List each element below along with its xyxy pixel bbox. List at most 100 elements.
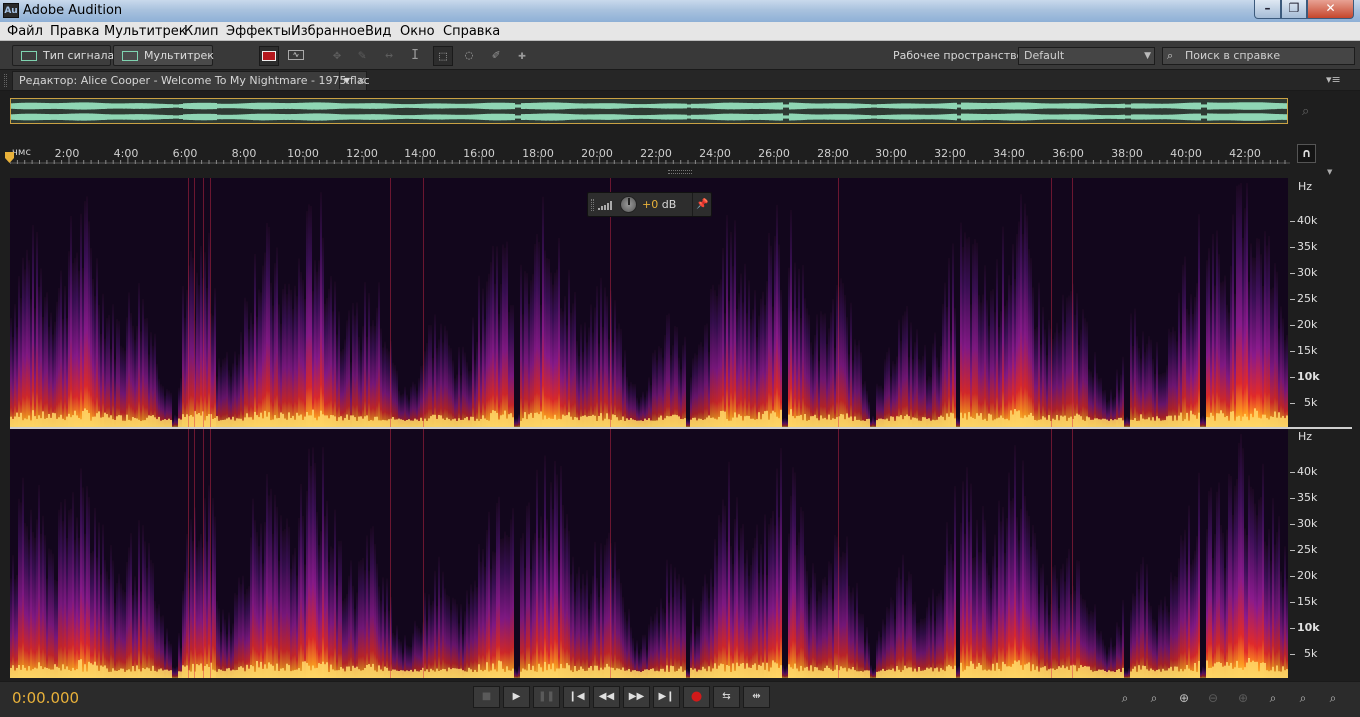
stop-button[interactable]: ■ (473, 686, 500, 708)
panel-menu-icon[interactable]: ▾≡ (1326, 73, 1341, 86)
menu-help[interactable]: Справка (443, 24, 500, 39)
scroll-arrow-icon[interactable]: ▼ (1327, 168, 1332, 176)
file-dropdown-icon[interactable]: ▼ (339, 72, 354, 89)
time-label: 12:00 (346, 147, 378, 160)
freq-label: 5k (1304, 647, 1318, 660)
editor-tab-label: Редактор: Alice Cooper - Welcome To My N… (19, 74, 370, 87)
axis-tick (1290, 472, 1295, 473)
zoom-out-point-icon[interactable]: ⌕ (1291, 689, 1315, 707)
pause-button[interactable]: ❚❚ (533, 686, 560, 708)
go-to-end-button[interactable]: ▶❙ (653, 686, 680, 708)
axis-tick (1290, 299, 1295, 300)
menu-clip[interactable]: Клип (184, 24, 219, 39)
spectrogram-graphic (10, 429, 1288, 678)
overview-waveform-graphic (11, 102, 1287, 121)
maximize-button[interactable]: ❐ (1281, 0, 1307, 19)
waveform-display-button[interactable]: ∿ (286, 46, 306, 66)
time-label: 20:00 (581, 147, 613, 160)
resize-grip[interactable] (668, 170, 692, 174)
menu-window[interactable]: Окно (400, 24, 435, 39)
menu-view[interactable]: Вид (365, 24, 391, 39)
freq-label: 5k (1304, 396, 1318, 409)
time-label: 42:00 (1229, 147, 1261, 160)
time-label: 4:00 (113, 147, 139, 160)
menu-edit[interactable]: Правка (50, 24, 99, 39)
time-label: 30:00 (875, 147, 907, 160)
waveform-view-button[interactable]: Тип сигнала (12, 45, 115, 66)
search-icon: ⌕ (1167, 49, 1174, 62)
waveform-view-label: Тип сигнала (43, 49, 115, 62)
menu-effects[interactable]: Эффекты (226, 24, 291, 39)
slip-tool-icon[interactable]: ↔ (379, 46, 399, 66)
help-search-placeholder: Поиск в справке (1185, 49, 1281, 62)
snap-button[interactable]: ∩ (1297, 144, 1316, 163)
axis-tick (1290, 654, 1295, 655)
menu-multitrack[interactable]: Мультитрек (104, 24, 187, 39)
multitrack-view-button[interactable]: Мультитрек (113, 45, 214, 66)
channel-divider (10, 427, 1352, 429)
spot-healing-brush-icon[interactable]: ✚ (512, 46, 532, 66)
menu-favorites[interactable]: Избранное (291, 24, 365, 39)
zoom-in-point-icon[interactable]: ⌕ (1261, 689, 1285, 707)
volume-value[interactable]: +0 dB (642, 198, 676, 211)
close-tab-icon[interactable]: × (357, 72, 366, 89)
timecode-display[interactable]: 0:00.000 (12, 689, 79, 707)
editor-tab[interactable]: Редактор: Alice Cooper - Welcome To My N… (12, 71, 370, 90)
time-label: 38:00 (1111, 147, 1143, 160)
overview-waveform[interactable] (10, 98, 1288, 124)
hud-grip-icon[interactable] (591, 199, 594, 211)
waveform-icon (21, 51, 37, 61)
axis-tick (1290, 325, 1295, 326)
rewind-button[interactable]: ◀◀ (593, 686, 620, 708)
multitrack-view-label: Мультитрек (144, 49, 214, 62)
chevron-down-icon: ▼ (1144, 51, 1151, 61)
zoom-out-time-icon[interactable]: ⊖ (1201, 689, 1225, 707)
razor-tool-icon[interactable]: ✎ (352, 46, 372, 66)
time-label: 34:00 (993, 147, 1025, 160)
lasso-selection-tool-icon[interactable]: ◌ (459, 46, 479, 66)
zoom-selection-icon[interactable]: ⌕ (1321, 689, 1345, 707)
time-label: 14:00 (404, 147, 436, 160)
menu-file[interactable]: Файл (7, 24, 43, 39)
go-to-start-button[interactable]: ❙◀ (563, 686, 590, 708)
frequency-axis-bottom: Hz 40k 35k 30k 25k 20k 15k 10k 5k (1290, 429, 1352, 678)
paintbrush-selection-tool-icon[interactable]: ✐ (486, 46, 506, 66)
time-label: 6:00 (172, 147, 198, 160)
overview-zoom-icon[interactable]: ⌕ (1302, 104, 1309, 119)
freq-label: 10k (1297, 621, 1320, 634)
spectrogram-right-channel[interactable] (10, 429, 1288, 678)
close-button[interactable]: ✕ (1307, 0, 1354, 19)
help-search-input[interactable]: ⌕ Поиск в справке (1162, 47, 1355, 65)
move-tool-icon[interactable]: ✥ (327, 46, 347, 66)
minimize-button[interactable]: – (1254, 0, 1281, 19)
zoom-full-icon[interactable]: ⊕ (1231, 689, 1255, 707)
workspace-select[interactable]: Default ▼ (1018, 47, 1155, 65)
toolbar: Тип сигнала Мультитрек ∿ ✥ ✎ ↔ I ⬚ ◌ ✐ ✚ (0, 41, 1360, 70)
title-bar: Au Adobe Audition – ❐ ✕ (0, 0, 1360, 22)
freq-label: 35k (1297, 491, 1318, 504)
freq-label: 25k (1297, 292, 1318, 305)
axis-tick (1290, 550, 1295, 551)
pin-icon[interactable]: 📌 (692, 193, 712, 216)
play-button[interactable]: ▶ (503, 686, 530, 708)
panel-grip-icon[interactable] (4, 74, 7, 87)
window-title: Adobe Audition (23, 3, 123, 18)
freq-label: 15k (1297, 344, 1318, 357)
level-bars-icon (598, 201, 612, 210)
timeline-ruler[interactable]: чмс 2:00 4:00 6:00 8:00 10:00 12:00 14:0… (10, 143, 1290, 170)
record-button[interactable]: ● (683, 686, 710, 708)
fast-forward-button[interactable]: ▶▶ (623, 686, 650, 708)
zoom-in-time-icon[interactable]: ⊕ (1172, 689, 1196, 707)
amplitude-hud[interactable]: +0 dB 📌 (587, 192, 712, 217)
spectral-frequency-display-button[interactable] (259, 46, 279, 66)
marquee-selection-tool-icon[interactable]: ⬚ (433, 46, 453, 66)
time-label: 24:00 (699, 147, 731, 160)
zoom-in-amplitude-icon[interactable]: ⌕ (1113, 689, 1137, 707)
time-selection-tool-icon[interactable]: I (405, 46, 425, 66)
skip-selection-button[interactable]: ⇹ (743, 686, 770, 708)
axis-tick (1290, 524, 1295, 525)
axis-tick (1290, 602, 1295, 603)
volume-knob[interactable] (620, 196, 637, 213)
zoom-out-amplitude-icon[interactable]: ⌕ (1142, 689, 1166, 707)
loop-playback-button[interactable]: ⇆ (713, 686, 740, 708)
